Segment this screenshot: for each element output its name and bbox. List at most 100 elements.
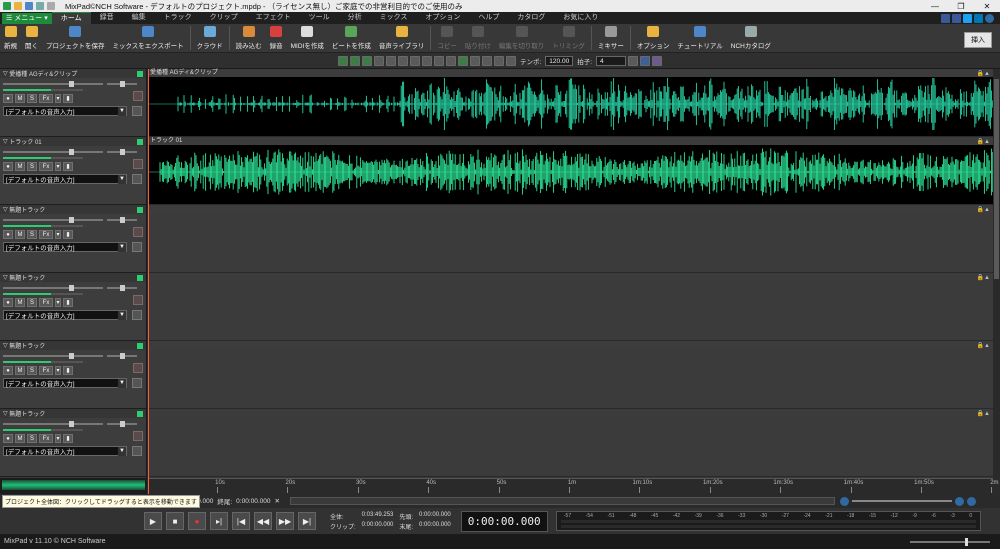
pan-knob[interactable] (120, 420, 125, 427)
cursor-tool-icon[interactable] (337, 55, 348, 66)
reverse-icon[interactable] (445, 55, 456, 66)
ribbon-button-17[interactable]: NCHカタログ (727, 24, 775, 53)
project-overview[interactable] (0, 478, 147, 494)
split-tool-icon[interactable] (349, 55, 360, 66)
wrench-icon[interactable] (132, 446, 142, 456)
track-effects-icon[interactable] (133, 431, 143, 441)
volume-knob[interactable] (69, 352, 74, 359)
wrench-icon[interactable] (132, 242, 142, 252)
fx-dropdown-icon[interactable]: ▾ (55, 230, 61, 239)
ribbon-button-3[interactable]: ミックスをエクスポート (109, 24, 188, 53)
mute-button[interactable]: M (15, 298, 25, 307)
input-select[interactable]: [デフォルトの音声入力] ▼ (3, 310, 127, 320)
go-end-button[interactable]: ▶| (298, 512, 316, 530)
pan-knob[interactable] (120, 148, 125, 155)
pan-slider[interactable] (107, 352, 137, 359)
color-icon[interactable] (652, 55, 662, 66)
ribbon-button-13[interactable]: トリミング (548, 24, 589, 53)
tab-9[interactable]: オプション (416, 12, 469, 24)
tab-12[interactable]: お気に入り (554, 12, 607, 24)
track-lane[interactable]: 🔒▲ (148, 409, 993, 477)
track-name[interactable]: 愛播種 AGディ&クリップ (9, 69, 77, 78)
undo-icon[interactable] (36, 2, 44, 10)
track-settings-icon[interactable]: ▮ (63, 298, 73, 307)
wrench-icon[interactable] (132, 174, 142, 184)
track-settings-icon[interactable]: ▮ (63, 230, 73, 239)
solo-button[interactable]: S (27, 434, 37, 443)
main-menu-button[interactable]: ☰ メニュー ▾ (2, 12, 52, 24)
track-settings-icon[interactable]: ▮ (63, 94, 73, 103)
pan-slider[interactable] (107, 80, 137, 87)
fx-button[interactable]: Fx (39, 434, 53, 443)
ribbon-button-9[interactable]: 音声ライブラリ (375, 24, 429, 53)
solo-button[interactable]: S (27, 94, 37, 103)
grid-icon[interactable] (481, 55, 492, 66)
track-color-icon[interactable] (137, 342, 143, 349)
pan-knob[interactable] (120, 352, 125, 359)
zoom-slider[interactable] (852, 500, 952, 502)
pan-slider[interactable] (107, 216, 137, 223)
tab-6[interactable]: ツール (300, 12, 339, 24)
record-arm-icon[interactable]: ● (3, 162, 13, 171)
ribbon-button-12[interactable]: 編集を切り取り (495, 24, 549, 53)
snap-icon[interactable] (469, 55, 480, 66)
lane-body[interactable] (148, 349, 993, 408)
record-arm-icon[interactable]: ● (3, 298, 13, 307)
fx-button[interactable]: Fx (39, 366, 53, 375)
playhead[interactable] (148, 69, 149, 494)
align-left-icon[interactable] (373, 55, 384, 66)
tab-3[interactable]: トラック (155, 12, 201, 24)
volume-knob[interactable] (69, 284, 74, 291)
wrench-icon[interactable] (132, 310, 142, 320)
track-lanes[interactable]: 愛播種 AGディ&クリップ 🔒▲ トラック 01 🔒▲ 🔒▲ 🔒▲ 🔒▲ 🔒▲ (148, 69, 993, 478)
track-color-icon[interactable] (137, 274, 143, 281)
linkedin-icon[interactable] (974, 13, 983, 23)
status-zoom-slider[interactable] (910, 537, 990, 546)
horizontal-scrollbar[interactable] (290, 497, 835, 505)
ribbon-button-10[interactable]: コピー (433, 24, 461, 53)
align-right-icon[interactable] (385, 55, 396, 66)
track-name[interactable]: 無題トラック (9, 205, 45, 214)
metronome-icon[interactable] (505, 55, 516, 66)
input-select[interactable]: [デフォルトの音声入力] ▼ (3, 378, 127, 388)
tab-0[interactable]: ホーム (51, 12, 91, 24)
tab-2[interactable]: 編集 (123, 12, 155, 24)
settings-icon[interactable] (628, 55, 638, 66)
play-button[interactable]: ▶ (144, 512, 162, 530)
pan-slider[interactable] (107, 420, 137, 427)
help-icon[interactable] (985, 13, 994, 23)
fast-forward-button[interactable]: ▶▶ (276, 512, 294, 530)
lane-body[interactable] (148, 281, 993, 340)
track-lane[interactable]: 🔒▲ (148, 273, 993, 341)
tab-1[interactable]: 録音 (91, 12, 123, 24)
folder-icon[interactable] (14, 2, 22, 10)
ribbon-button-0[interactable]: 新規 (0, 24, 21, 53)
track-name[interactable]: 無題トラック (9, 273, 45, 282)
record-arm-icon[interactable]: ● (3, 230, 13, 239)
volume-slider[interactable] (3, 352, 103, 359)
redo-icon[interactable] (47, 2, 55, 10)
track-lane[interactable]: トラック 01 🔒▲ (148, 137, 993, 205)
pan-knob[interactable] (120, 216, 125, 223)
input-select[interactable]: [デフォルトの音声入力] ▼ (3, 106, 127, 116)
pan-slider[interactable] (107, 284, 137, 291)
fx-button[interactable]: Fx (39, 298, 53, 307)
ribbon-button-2[interactable]: プロジェクトを保存 (42, 24, 109, 53)
ribbon-button-16[interactable]: チュートリアル (673, 24, 726, 53)
volume-slider[interactable] (3, 420, 103, 427)
facebook-icon[interactable] (952, 13, 961, 23)
wrench-icon[interactable] (132, 106, 142, 116)
tab-7[interactable]: 分析 (339, 12, 371, 24)
fx-dropdown-icon[interactable]: ▾ (55, 434, 61, 443)
fx-button[interactable]: Fx (39, 230, 53, 239)
minimize-icon[interactable]: — (922, 2, 948, 11)
loop-play-button[interactable]: ▸| (210, 512, 228, 530)
go-start-button[interactable]: |◀ (232, 512, 250, 530)
solo-button[interactable]: S (27, 230, 37, 239)
zoom-fit-icon[interactable] (967, 496, 976, 506)
maximize-icon[interactable]: ❐ (948, 2, 974, 11)
zoom-out-icon[interactable] (840, 496, 849, 506)
ribbon-button-7[interactable]: MIDIを作成 (287, 24, 328, 53)
volume-slider[interactable] (3, 148, 103, 155)
lane-body[interactable] (148, 417, 993, 476)
